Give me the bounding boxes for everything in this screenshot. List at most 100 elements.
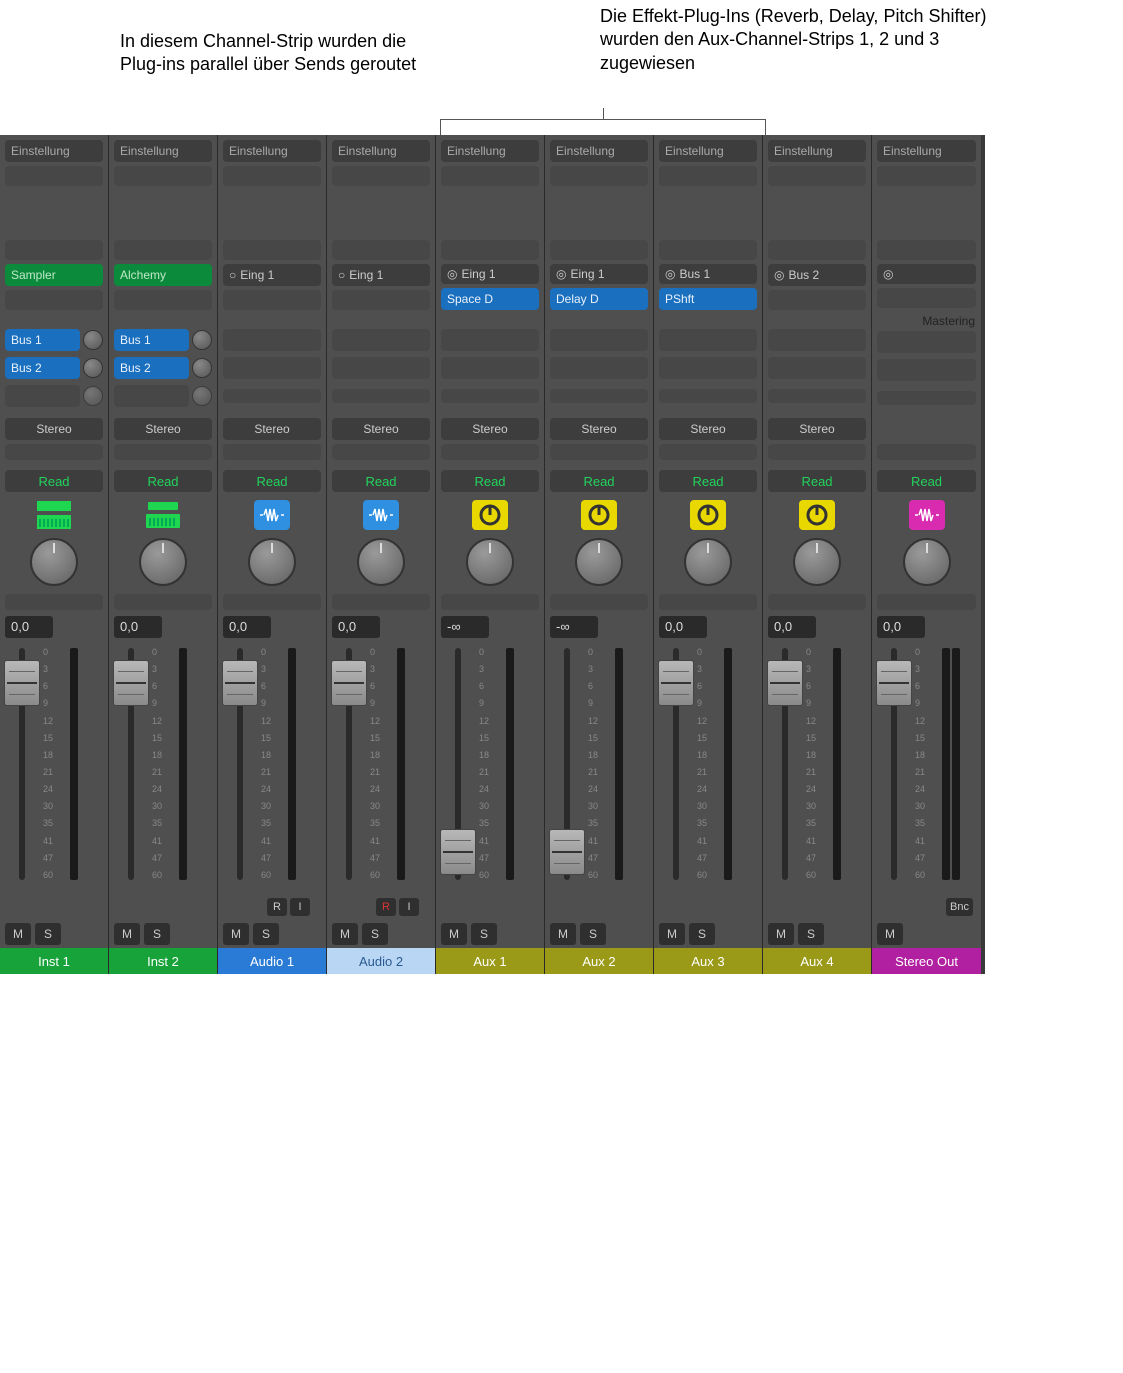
- track-type-icon[interactable]: [472, 500, 508, 530]
- eq-slot[interactable]: [223, 166, 321, 186]
- setting-button[interactable]: Einstellung: [659, 140, 757, 162]
- solo-button[interactable]: S: [471, 923, 497, 945]
- input-slot[interactable]: ◎Eing 1: [550, 264, 648, 284]
- automation-mode-button[interactable]: Read: [768, 470, 866, 492]
- group-slot[interactable]: [114, 444, 212, 460]
- fader-track[interactable]: [767, 648, 803, 894]
- setting-button[interactable]: Einstellung: [114, 140, 212, 162]
- send-slot-1[interactable]: [768, 329, 866, 351]
- setting-button[interactable]: Einstellung: [5, 140, 103, 162]
- send-slot-3[interactable]: [659, 389, 757, 403]
- mute-button[interactable]: M: [768, 923, 794, 945]
- send-knob-1[interactable]: [83, 330, 103, 350]
- midifx-slot[interactable]: [223, 240, 321, 260]
- midifx-slot[interactable]: [877, 240, 976, 260]
- audiofx-slot[interactable]: [877, 288, 976, 308]
- fader-cap[interactable]: [440, 829, 476, 875]
- output-slot[interactable]: Stereo: [223, 418, 321, 440]
- channel-name[interactable]: Aux 3: [654, 948, 762, 974]
- pan-knob[interactable]: [466, 538, 514, 586]
- mute-button[interactable]: M: [877, 923, 903, 945]
- fader-track[interactable]: [113, 648, 149, 894]
- fader-cap[interactable]: [767, 660, 803, 706]
- input-slot[interactable]: ○Eing 1: [332, 264, 430, 286]
- group-slot[interactable]: [659, 444, 757, 460]
- automation-mode-button[interactable]: Read: [550, 470, 648, 492]
- pan-knob[interactable]: [684, 538, 732, 586]
- channel-name[interactable]: Inst 1: [0, 948, 108, 974]
- fader-cap[interactable]: [113, 660, 149, 706]
- setting-button[interactable]: Einstellung: [768, 140, 866, 162]
- mute-button[interactable]: M: [550, 923, 576, 945]
- audiofx-slot[interactable]: [114, 290, 212, 310]
- input-monitor-button[interactable]: I: [290, 898, 310, 916]
- input-slot[interactable]: ○Eing 1: [223, 264, 321, 286]
- track-type-icon[interactable]: [363, 500, 399, 530]
- send-slot-2[interactable]: [768, 357, 866, 379]
- eq-slot[interactable]: [441, 166, 539, 186]
- send-slot-2[interactable]: [877, 359, 976, 381]
- fader-cap[interactable]: [876, 660, 912, 706]
- group-slot[interactable]: [223, 444, 321, 460]
- pan-knob[interactable]: [248, 538, 296, 586]
- send-slot-2[interactable]: Bus 2: [114, 357, 189, 379]
- send-slot-3[interactable]: [768, 389, 866, 403]
- midifx-slot[interactable]: [5, 240, 103, 260]
- mute-button[interactable]: M: [441, 923, 467, 945]
- mute-button[interactable]: M: [659, 923, 685, 945]
- setting-button[interactable]: Einstellung: [441, 140, 539, 162]
- send-slot-1[interactable]: [441, 329, 539, 351]
- automation-mode-button[interactable]: Read: [223, 470, 321, 492]
- solo-button[interactable]: S: [798, 923, 824, 945]
- setting-button[interactable]: Einstellung: [877, 140, 976, 162]
- mute-button[interactable]: M: [332, 923, 358, 945]
- input-slot[interactable]: ◎: [877, 264, 976, 284]
- setting-button[interactable]: Einstellung: [332, 140, 430, 162]
- output-slot[interactable]: Stereo: [550, 418, 648, 440]
- fader-track[interactable]: [331, 648, 367, 894]
- track-type-icon[interactable]: [145, 500, 181, 530]
- send-knob-1[interactable]: [192, 330, 212, 350]
- send-slot-3[interactable]: [114, 385, 189, 407]
- instrument-slot[interactable]: Alchemy: [114, 264, 212, 286]
- solo-button[interactable]: S: [362, 923, 388, 945]
- channel-name[interactable]: Stereo Out: [872, 948, 981, 974]
- send-slot-3[interactable]: [550, 389, 648, 403]
- channel-name[interactable]: Aux 2: [545, 948, 653, 974]
- audiofx-slot[interactable]: [768, 290, 866, 310]
- output-slot[interactable]: Stereo: [441, 418, 539, 440]
- automation-mode-button[interactable]: Read: [332, 470, 430, 492]
- midifx-slot[interactable]: [441, 240, 539, 260]
- group-slot[interactable]: [441, 444, 539, 460]
- automation-mode-button[interactable]: Read: [441, 470, 539, 492]
- fader-track[interactable]: [4, 648, 40, 894]
- record-enable-button[interactable]: R: [376, 898, 396, 916]
- audiofx-slot[interactable]: [5, 290, 103, 310]
- channel-name[interactable]: Audio 2: [327, 948, 435, 974]
- fader-cap[interactable]: [4, 660, 40, 706]
- fader-cap[interactable]: [222, 660, 258, 706]
- solo-button[interactable]: S: [253, 923, 279, 945]
- pan-knob[interactable]: [139, 538, 187, 586]
- pan-knob[interactable]: [357, 538, 405, 586]
- channel-name[interactable]: Audio 1: [218, 948, 326, 974]
- send-slot-3[interactable]: [441, 389, 539, 403]
- fader-track[interactable]: [549, 648, 585, 894]
- send-knob-2[interactable]: [83, 358, 103, 378]
- fader-track[interactable]: [658, 648, 694, 894]
- input-slot[interactable]: ◎Bus 2: [768, 264, 866, 286]
- send-slot-3[interactable]: [332, 389, 430, 403]
- solo-button[interactable]: S: [35, 923, 61, 945]
- solo-button[interactable]: S: [689, 923, 715, 945]
- eq-slot[interactable]: [659, 166, 757, 186]
- input-monitor-button[interactable]: I: [399, 898, 419, 916]
- bounce-button[interactable]: Bnc: [946, 898, 973, 916]
- track-type-icon[interactable]: [581, 500, 617, 530]
- automation-mode-button[interactable]: Read: [5, 470, 103, 492]
- audiofx-slot[interactable]: [332, 290, 430, 310]
- input-slot[interactable]: ◎Eing 1: [441, 264, 539, 284]
- track-type-icon[interactable]: [909, 500, 945, 530]
- pan-knob[interactable]: [575, 538, 623, 586]
- fader-cap[interactable]: [658, 660, 694, 706]
- send-slot-3[interactable]: [877, 391, 976, 405]
